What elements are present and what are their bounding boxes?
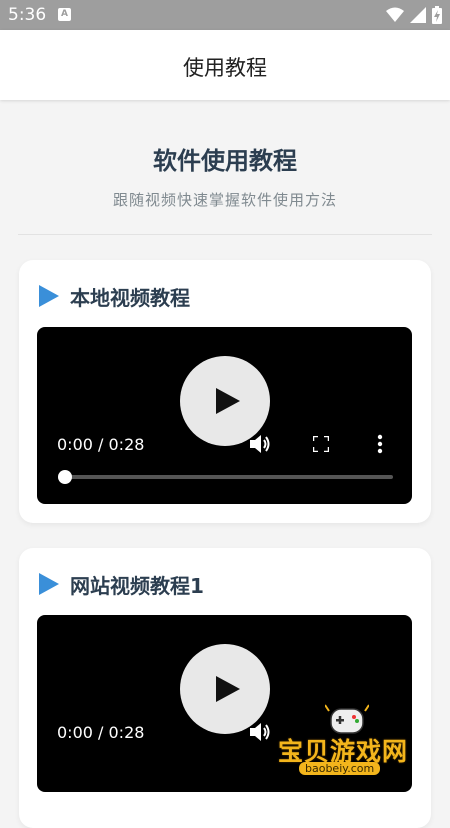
signal-icon bbox=[410, 7, 426, 23]
battery-charging-icon bbox=[432, 6, 442, 24]
wifi-icon bbox=[386, 7, 404, 22]
play-button[interactable] bbox=[180, 644, 270, 734]
notification-a-icon: A bbox=[58, 8, 71, 21]
video-player[interactable]: 0:00 / 0:28 bbox=[37, 327, 412, 504]
app-bar-title: 使用教程 bbox=[183, 56, 267, 80]
status-icons bbox=[386, 6, 442, 24]
triangle-marker-icon bbox=[39, 573, 59, 595]
video-time: 0:00 / 0:28 bbox=[57, 723, 145, 742]
volume-icon[interactable] bbox=[250, 434, 272, 454]
triangle-marker-icon bbox=[39, 285, 59, 307]
divider bbox=[18, 234, 432, 235]
fullscreen-icon[interactable] bbox=[313, 436, 329, 452]
play-icon bbox=[216, 676, 240, 702]
card-header: 网站视频教程1 bbox=[39, 570, 204, 598]
card-title: 网站视频教程1 bbox=[70, 573, 204, 598]
card-header: 本地视频教程 bbox=[39, 282, 190, 310]
video-card-website: 网站视频教程1 0:00 / 0:28 bbox=[19, 548, 431, 828]
page-title: 软件使用教程 bbox=[153, 147, 297, 175]
watermark: 宝贝游戏网 baobeiy.com bbox=[275, 703, 425, 783]
play-icon bbox=[216, 388, 240, 414]
video-time: 0:00 / 0:28 bbox=[57, 435, 145, 454]
progress-knob[interactable] bbox=[58, 470, 72, 484]
card-title: 本地视频教程 bbox=[70, 285, 190, 310]
page-subtitle: 跟随视频快速掌握软件使用方法 bbox=[112, 191, 337, 209]
watermark-url: baobeiy.com bbox=[299, 762, 381, 775]
status-bar: 5:36 A bbox=[0, 0, 450, 30]
more-options-icon[interactable] bbox=[377, 434, 383, 454]
volume-icon[interactable] bbox=[250, 722, 272, 742]
progress-track[interactable] bbox=[63, 475, 393, 479]
video-card-local: 本地视频教程 0:00 / 0:28 bbox=[19, 260, 431, 523]
status-time: 5:36 bbox=[8, 5, 47, 25]
app-bar: 使用教程 bbox=[0, 30, 450, 100]
play-button[interactable] bbox=[180, 356, 270, 446]
